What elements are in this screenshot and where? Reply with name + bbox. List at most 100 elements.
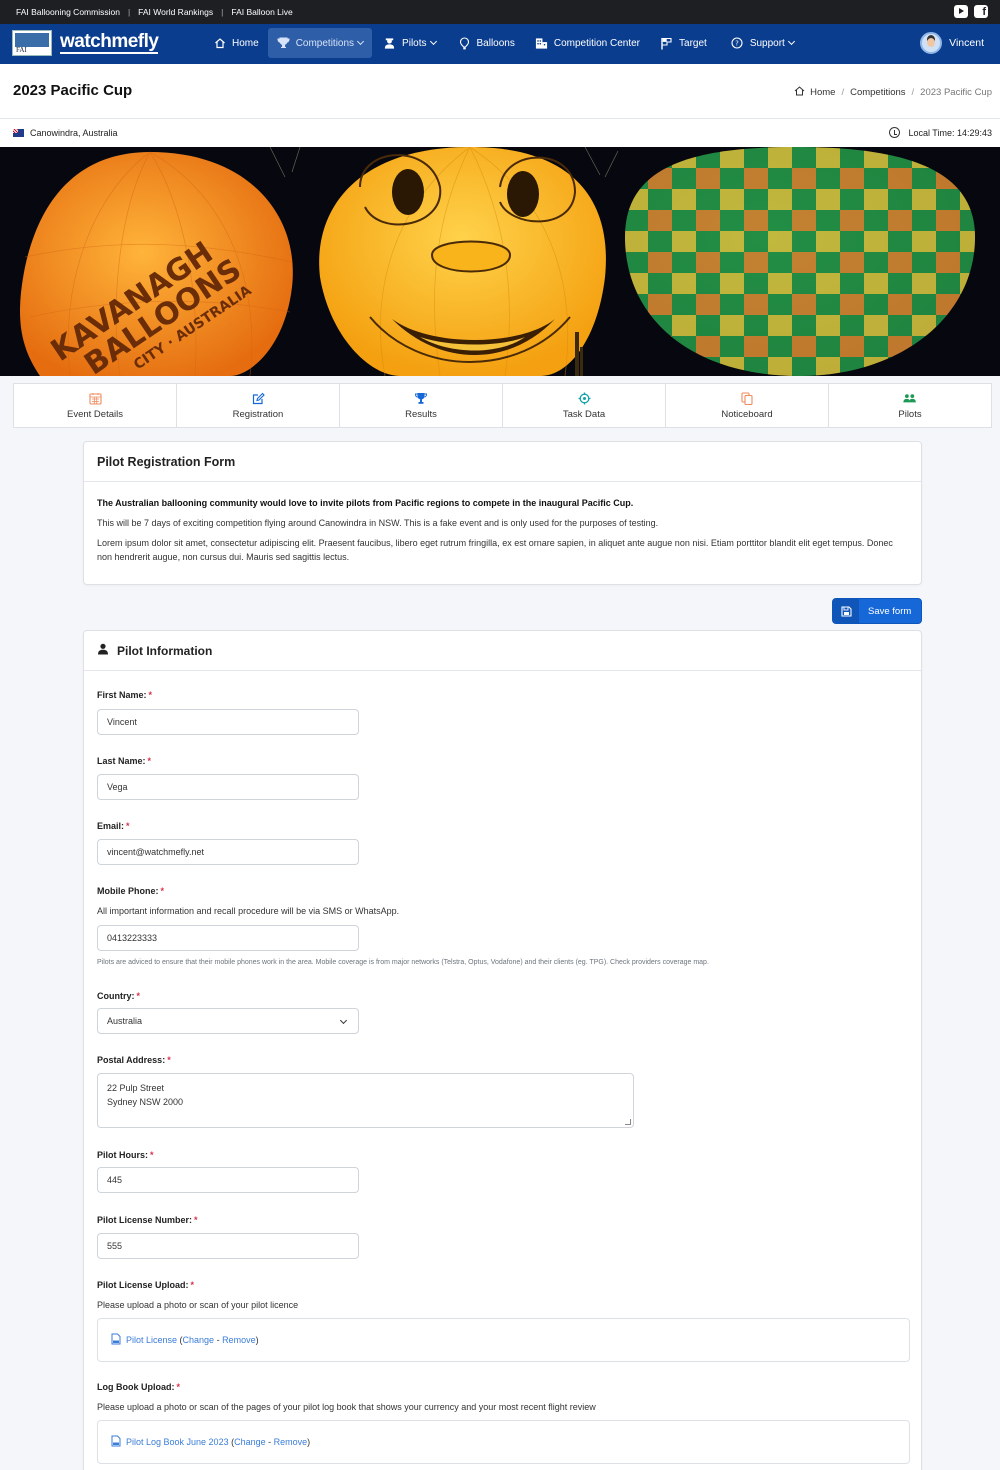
tab-task-data[interactable]: Task Data — [503, 384, 666, 427]
brand[interactable]: FAI watchmefly — [12, 30, 159, 56]
breadcrumb-current: 2023 Pacific Cup — [920, 87, 992, 98]
nav-home-label: Home — [232, 37, 259, 49]
facebook-icon[interactable]: f — [974, 5, 988, 18]
nav-support-label: Support — [749, 37, 785, 49]
user-menu[interactable]: Vincent — [920, 32, 984, 54]
tab-registration[interactable]: Registration — [177, 384, 340, 427]
first-name-group: First Name: * — [97, 690, 152, 700]
tab-results[interactable]: Results — [340, 384, 503, 427]
home-icon — [794, 86, 805, 99]
chevron-down-icon — [787, 37, 795, 46]
nav-pilots-label: Pilots — [402, 37, 427, 49]
pilot-hours-input[interactable]: 445 — [97, 1167, 359, 1193]
link-fai-world-rankings[interactable]: FAI World Rankings — [138, 7, 213, 17]
crosshair-icon — [577, 391, 591, 405]
tab-label: Event Details — [67, 409, 123, 420]
mobile-input[interactable]: 0413223333 — [97, 925, 359, 951]
first-name-input[interactable]: Vincent — [97, 709, 359, 735]
help-circle-icon: ? — [731, 37, 744, 50]
logbook-upload-help: Please upload a photo or scan of the pag… — [97, 1402, 596, 1412]
mobile-label: Mobile Phone: * — [97, 886, 165, 896]
brand-wordmark: watchmefly — [60, 31, 159, 54]
nav-competition-center[interactable]: Competition Center — [526, 28, 649, 58]
section-title: Pilot Information — [117, 643, 213, 658]
trophy-icon — [414, 391, 428, 405]
nav-target[interactable]: Target — [651, 28, 716, 58]
youtube-icon[interactable] — [954, 5, 968, 18]
tab-event-details[interactable]: Event Details — [14, 384, 177, 427]
license-upload-label: Pilot License Upload: * — [97, 1280, 195, 1290]
pilot-icon — [383, 37, 396, 50]
country-group: Country: * — [97, 991, 140, 1001]
tab-label: Results — [405, 409, 437, 420]
remove-file-link[interactable]: Remove — [274, 1437, 308, 1447]
local-time-text: Local Time: 14:29:43 — [908, 127, 992, 138]
breadcrumb: Home / Competitions / 2023 Pacific Cup — [794, 86, 992, 99]
building-icon — [535, 37, 548, 50]
chevron-down-icon — [429, 37, 437, 46]
tab-noticeboard[interactable]: Noticeboard — [666, 384, 829, 427]
last-name-input[interactable]: Vega — [97, 774, 359, 800]
main-navbar: FAI watchmefly Home Competitions Pilots … — [0, 24, 1000, 64]
australia-flag-icon — [13, 129, 24, 137]
license-number-input[interactable]: 555 — [97, 1233, 359, 1259]
nav-competitions[interactable]: Competitions — [267, 28, 373, 58]
tab-label: Pilots — [898, 409, 922, 420]
calendar-icon — [88, 391, 102, 405]
home-icon — [213, 37, 226, 50]
breadcrumb-divider: / — [841, 87, 845, 98]
change-file-link[interactable]: Change — [234, 1437, 266, 1447]
tab-pilots[interactable]: Pilots — [829, 384, 991, 427]
last-name-label: Last Name: * — [97, 756, 152, 766]
nav-pilots[interactable]: Pilots — [374, 28, 444, 58]
nav-competition-center-label: Competition Center — [553, 37, 641, 49]
trophy-icon — [277, 37, 290, 50]
license-file-link[interactable]: Pilot License — [126, 1335, 177, 1345]
remove-file-link[interactable]: Remove — [222, 1335, 256, 1345]
postal-line: Sydney NSW 2000 — [107, 1097, 184, 1107]
pilot-hours-group: Pilot Hours: * — [97, 1150, 154, 1160]
license-upload-group: Pilot License Upload: * — [97, 1280, 194, 1290]
change-file-link[interactable]: Change — [183, 1335, 215, 1345]
save-form-label: Save form — [868, 605, 912, 617]
save-form-button[interactable]: Save form — [832, 598, 922, 624]
postal-line: 22 Pulp Street — [107, 1083, 165, 1093]
postal-address-textarea[interactable]: 22 Pulp Street Sydney NSW 2000 — [97, 1073, 634, 1128]
alarm-clock-icon — [889, 127, 901, 138]
tab-label: Registration — [232, 409, 284, 420]
link-fai-ballooning-commission[interactable]: FAI Ballooning Commission — [16, 7, 120, 17]
nav-balloons[interactable]: Balloons — [449, 28, 524, 58]
logbook-upload-group: Log Book Upload: * — [97, 1382, 180, 1392]
registration-intro-card: Pilot Registration Form The Australian b… — [83, 441, 922, 585]
nav-support[interactable]: ? Support — [722, 28, 803, 58]
logbook-upload-label: Log Book Upload: * — [97, 1382, 181, 1392]
email-label: Email: * — [97, 821, 130, 831]
file-image-icon — [111, 1333, 121, 1347]
location-bar: Canowindra, Australia Local Time: 14:29:… — [0, 119, 1000, 147]
pilot-hours-label: Pilot Hours: * — [97, 1150, 154, 1160]
save-icon — [833, 599, 859, 623]
balloon-icon — [458, 36, 471, 50]
link-fai-balloon-live[interactable]: FAI Balloon Live — [231, 7, 292, 17]
email-group: Email: * — [97, 821, 130, 831]
nav-home[interactable]: Home — [204, 28, 268, 58]
country-label: Country: * — [97, 991, 141, 1001]
user-icon — [97, 643, 109, 658]
tab-label: Noticeboard — [721, 409, 773, 420]
license-number-group: Pilot License Number: * — [97, 1215, 198, 1225]
chevron-down-icon — [339, 1016, 348, 1025]
breadcrumb-home[interactable]: Home — [810, 87, 835, 98]
top-links-bar: FAI Ballooning Commission | FAI World Ra… — [0, 0, 1000, 24]
balloon-banner-image: KAVANAGH BALLOONS CITY · AUSTRALIA — [0, 147, 1000, 376]
edit-icon — [251, 391, 265, 405]
svg-text:?: ? — [735, 40, 739, 48]
country-selected-value: Australia — [107, 1016, 143, 1026]
card-title: Pilot Registration Form — [84, 442, 921, 482]
logbook-upload-box: Pilot Log Book June 2023 (Change - Remov… — [97, 1420, 910, 1464]
email-input[interactable]: vincent@watchmefly.net — [97, 839, 359, 865]
country-select[interactable]: Australia — [97, 1008, 359, 1034]
last-name-group: Last Name: * — [97, 756, 151, 766]
intro-paragraph: Lorem ipsum dolor sit amet, consectetur … — [97, 538, 893, 562]
breadcrumb-competitions[interactable]: Competitions — [850, 87, 905, 98]
logbook-file-link[interactable]: Pilot Log Book June 2023 — [126, 1437, 229, 1447]
